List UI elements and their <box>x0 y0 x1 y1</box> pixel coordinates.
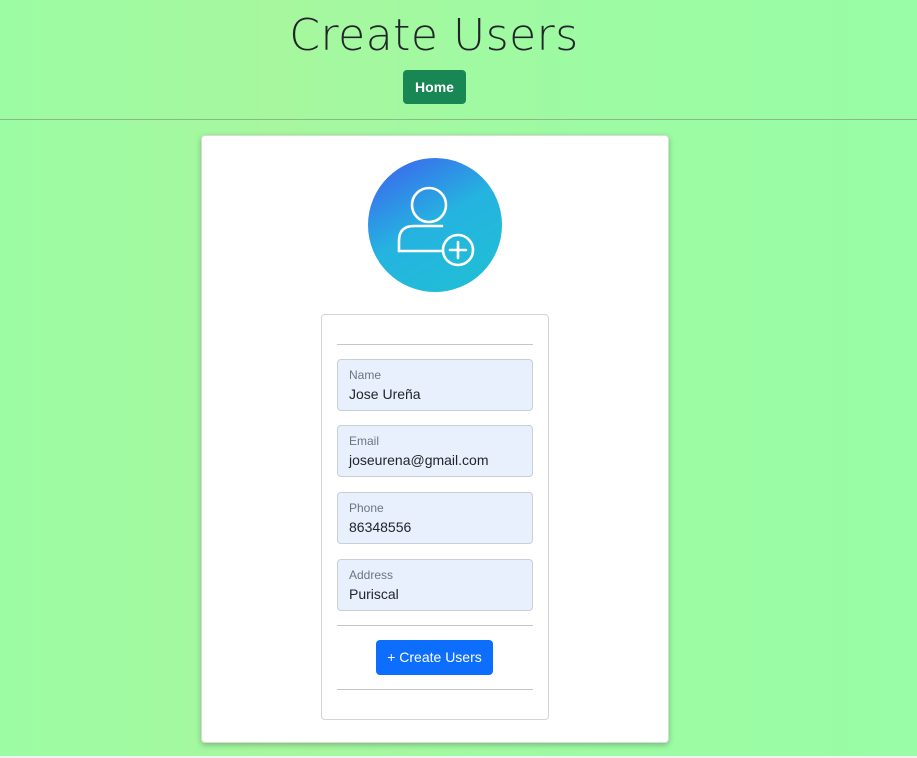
phone-field-label: Phone <box>349 501 384 515</box>
phone-field-value[interactable]: 86348556 <box>349 519 411 535</box>
address-field-label: Address <box>349 568 394 582</box>
divider-bottom <box>337 689 533 690</box>
header: Create Users Home <box>0 0 917 120</box>
email-field-value[interactable]: joseurena@gmail.com <box>349 452 489 468</box>
name-field-label: Name <box>349 368 382 382</box>
user-form: Name Jose Ureña Email joseurena@gmail.co… <box>321 314 549 720</box>
email-field[interactable]: Email joseurena@gmail.com <box>337 425 533 477</box>
address-field-value[interactable]: Puriscal <box>349 586 399 602</box>
name-field-value[interactable]: Jose Ureña <box>349 386 421 402</box>
divider-top <box>337 344 533 345</box>
create-users-button[interactable]: + Create Users <box>376 640 493 675</box>
add-user-icon <box>397 186 475 267</box>
name-field[interactable]: Name Jose Ureña <box>337 359 533 411</box>
page-title: Create Users <box>289 10 579 61</box>
email-field-label: Email <box>349 434 380 448</box>
create-user-card: Name Jose Ureña Email joseurena@gmail.co… <box>201 135 669 743</box>
divider-middle <box>337 625 533 626</box>
avatar <box>368 158 502 292</box>
phone-field[interactable]: Phone 86348556 <box>337 492 533 544</box>
address-field[interactable]: Address Puriscal <box>337 559 533 611</box>
home-button[interactable]: Home <box>403 70 466 104</box>
